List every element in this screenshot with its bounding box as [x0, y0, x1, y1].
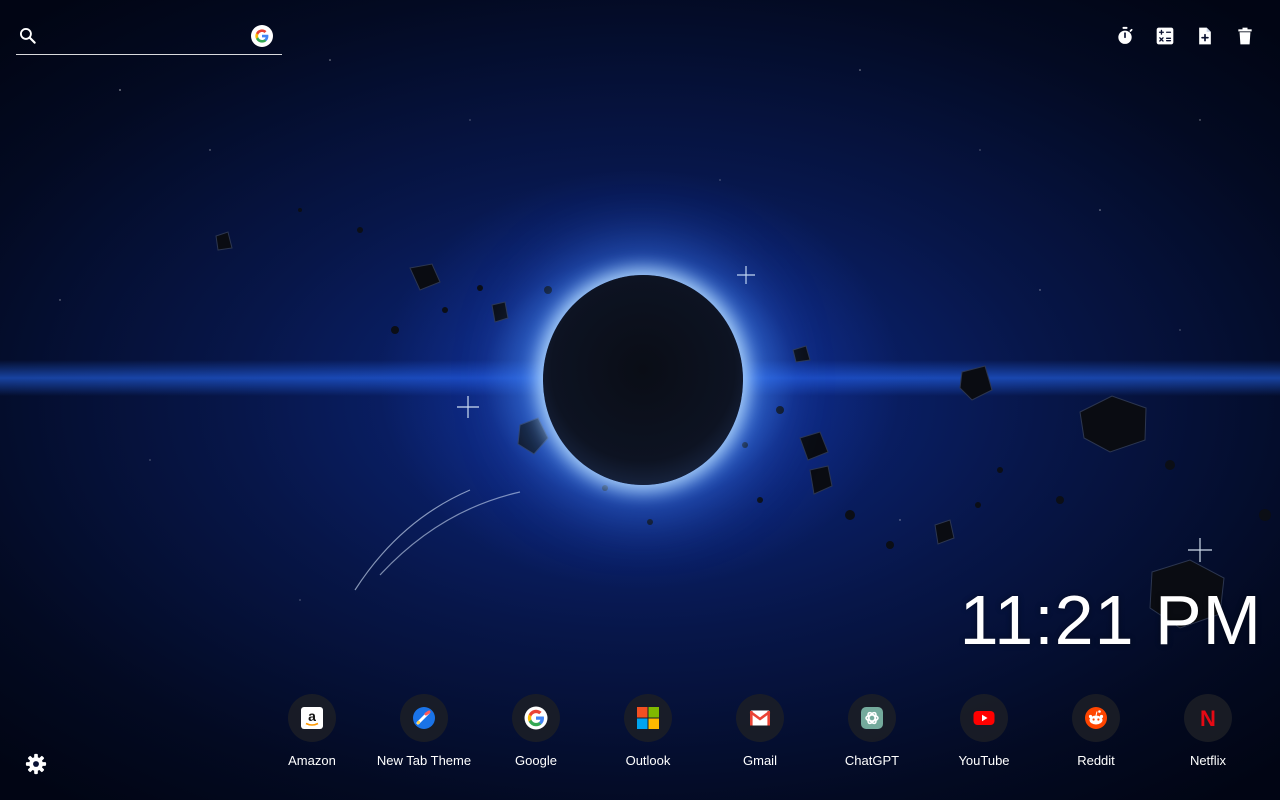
- toolbar: [1114, 24, 1256, 48]
- search-input[interactable]: [48, 24, 242, 52]
- shortcut-label: Outlook: [625, 753, 671, 768]
- timer-button[interactable]: [1114, 24, 1136, 48]
- shortcut-icon-circle: [1072, 694, 1120, 742]
- amazon-icon: a: [301, 707, 323, 729]
- gmail-icon: [749, 710, 771, 726]
- svg-text:N: N: [1200, 706, 1216, 730]
- clock: 11:21 PM: [959, 581, 1262, 659]
- shortcut-icon-circle: a: [288, 694, 336, 742]
- search-icon[interactable]: [18, 26, 38, 46]
- shortcut-label: YouTube: [958, 753, 1010, 768]
- calculator-button[interactable]: [1154, 24, 1176, 48]
- shortcut-netflix[interactable]: N Netflix: [1152, 694, 1264, 768]
- shortcut-new-tab-theme[interactable]: New Tab Theme: [368, 694, 480, 768]
- youtube-icon: [973, 711, 995, 725]
- google-logo: [255, 29, 269, 43]
- search-bar: [16, 22, 282, 55]
- shortcut-label: ChatGPT: [844, 753, 900, 768]
- eclipse-planet: [543, 275, 743, 485]
- shortcut-label: Google: [515, 753, 557, 768]
- shortcut-label: Gmail: [743, 753, 777, 768]
- svg-text:a: a: [308, 708, 316, 724]
- shortcut-icon-circle: [624, 694, 672, 742]
- delete-button[interactable]: [1234, 24, 1256, 48]
- shortcut-amazon[interactable]: a Amazon: [256, 694, 368, 768]
- gear-icon: [25, 753, 47, 775]
- settings-button[interactable]: [25, 753, 47, 775]
- shortcut-icon-circle: [960, 694, 1008, 742]
- new-tab-theme-icon: [413, 707, 435, 729]
- shortcut-outlook[interactable]: Outlook: [592, 694, 704, 768]
- stopwatch-icon: [1118, 26, 1133, 44]
- google-icon[interactable]: [251, 25, 273, 47]
- chatgpt-icon: [861, 707, 883, 729]
- new-note-button[interactable]: [1194, 24, 1216, 48]
- shortcut-youtube[interactable]: YouTube: [928, 694, 1040, 768]
- shortcut-icon-circle: [400, 694, 448, 742]
- shortcut-label: Amazon: [288, 753, 336, 768]
- shortcut-google[interactable]: Google: [480, 694, 592, 768]
- reddit-icon: [1085, 707, 1107, 729]
- calculator-icon: [1156, 27, 1174, 45]
- microsoft-icon: [637, 707, 659, 729]
- shortcut-icon-circle: N: [1184, 694, 1232, 742]
- shortcut-bar: a Amazon New Tab Theme Google Outlook Gm…: [256, 694, 1264, 768]
- shortcut-label: Netflix: [1189, 753, 1227, 768]
- file-plus-icon: [1199, 27, 1211, 45]
- shortcut-icon-circle: [736, 694, 784, 742]
- google-icon: [524, 706, 548, 730]
- shortcut-icon-circle: [512, 694, 560, 742]
- netflix-icon: N: [1200, 706, 1216, 730]
- shortcut-label: Reddit: [1077, 753, 1115, 768]
- shortcut-chatgpt[interactable]: ChatGPT: [816, 694, 928, 768]
- shortcut-gmail[interactable]: Gmail: [704, 694, 816, 768]
- shortcut-icon-circle: [848, 694, 896, 742]
- shortcut-reddit[interactable]: Reddit: [1040, 694, 1152, 768]
- trash-icon: [1238, 27, 1252, 45]
- shortcut-label: New Tab Theme: [376, 753, 472, 768]
